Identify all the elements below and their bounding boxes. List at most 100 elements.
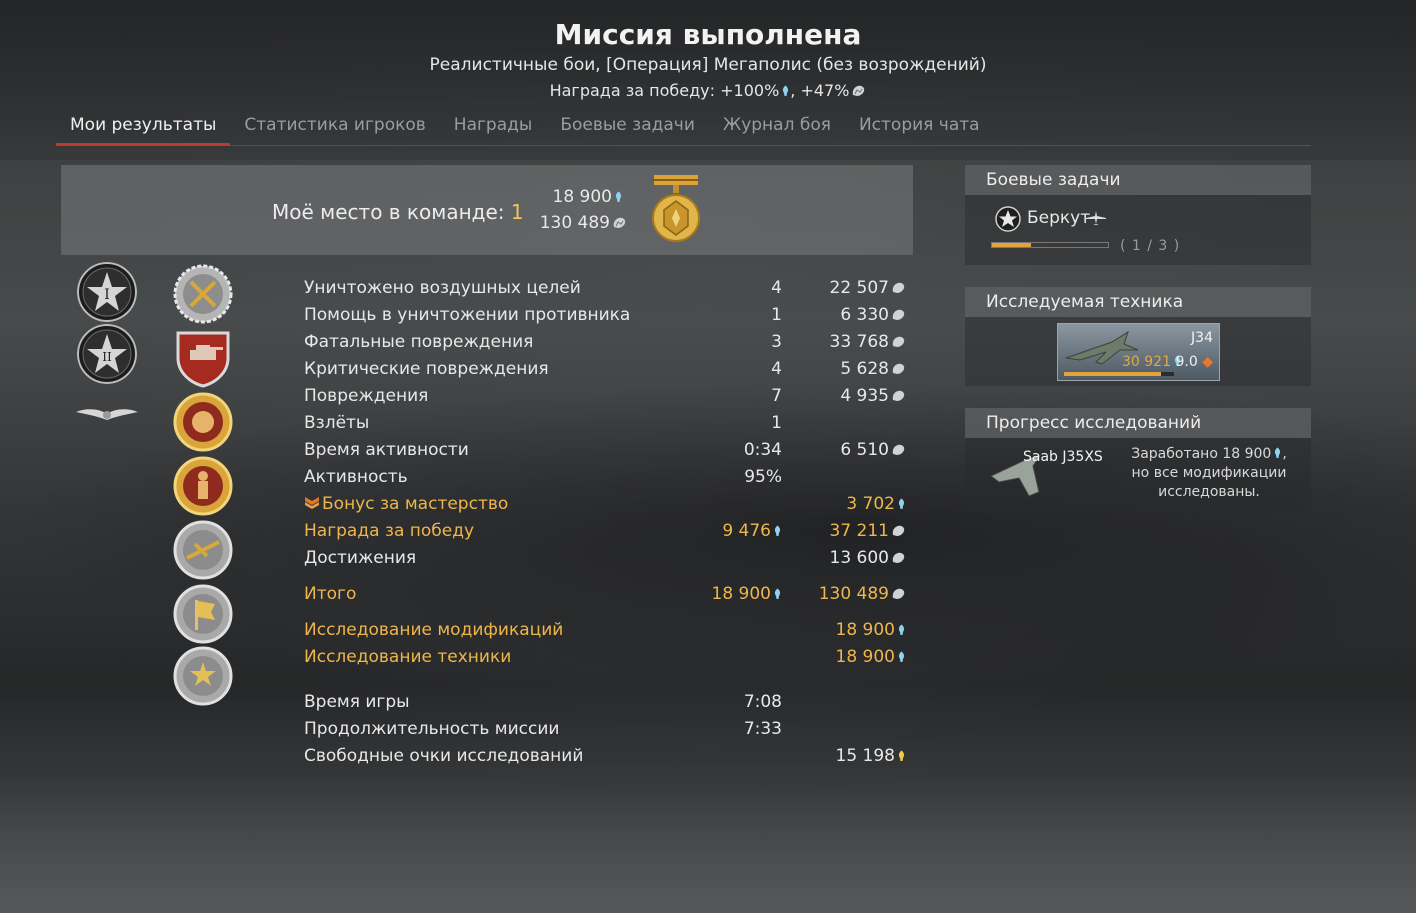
stat-count: 3: [771, 332, 782, 352]
research-vehicle-progress-bar: [1064, 372, 1174, 376]
stat-label: Достижения: [304, 548, 417, 568]
research-progress-line1: Заработано 18 900,: [1131, 446, 1287, 462]
stat-value: 22 507: [830, 278, 906, 298]
stat-count: 1: [771, 413, 782, 433]
svg-text:I: I: [104, 287, 110, 303]
stat-label: Продолжительность миссии: [304, 719, 560, 739]
silver-lions-icon: [892, 336, 905, 347]
soldier-medal-icon[interactable]: [173, 456, 233, 516]
reward-sl-text: , +47%: [790, 81, 850, 100]
stat-label: Уничтожено воздушных целей: [304, 278, 581, 298]
star-rank-two-icon[interactable]: II: [77, 324, 137, 384]
team-place-rp-value: 18 900: [552, 187, 612, 207]
tab-player-stats[interactable]: Статистика игроков: [230, 112, 439, 146]
research-progress-heading: Прогресс исследований: [965, 408, 1311, 438]
mastery-chevron-icon: [305, 497, 319, 509]
silver-lions-icon: [853, 85, 865, 96]
stat-value: 130 489: [819, 584, 906, 604]
free-research-points-icon: [898, 750, 905, 761]
research-vehicle-name: J34: [1191, 330, 1213, 346]
stat-value-text: 3 702: [846, 494, 895, 514]
table-row: Достижения 13 600: [304, 548, 914, 575]
battle-tasks-heading: Боевые задачи: [965, 165, 1311, 195]
team-place-sl-value: 130 489: [539, 213, 610, 233]
table-row: Взлёты 1: [304, 413, 914, 440]
research-vehicle-card[interactable]: J34 30 921 9.0 ◆: [1057, 323, 1220, 381]
stat-label: Время игры: [304, 692, 410, 712]
stat-value: 4 935: [840, 386, 906, 406]
battle-task-progress-text: ( 1 / 3 ): [1120, 238, 1181, 254]
rank-diamond-icon: ◆: [1202, 354, 1213, 370]
stat-value-text: 4 935: [840, 386, 889, 406]
stat-label: Исследование техники: [304, 647, 512, 667]
stat-value-text: 6 330: [840, 305, 889, 325]
research-vehicle-rp: 30 921: [1122, 354, 1182, 370]
research-vehicle-br: 9.0 ◆: [1176, 354, 1214, 370]
battle-task-name: Беркут: [1027, 208, 1091, 228]
research-points-icon: [615, 191, 622, 202]
stat-value-text: 33 768: [829, 332, 889, 352]
research-progress-panel: Прогресс исследований Saab J35XS Заработ…: [965, 408, 1311, 513]
tab-my-results[interactable]: Мои результаты: [56, 112, 231, 146]
stat-count-text: 9 476: [722, 521, 771, 541]
fist-medal-icon[interactable]: [173, 392, 233, 452]
stat-value-text: 18 900: [835, 620, 895, 640]
table-row: Критические повреждения 4 5 628: [304, 359, 914, 386]
table-row: Повреждения 7 4 935: [304, 386, 914, 413]
team-place-label: Моё место в команде: 1: [272, 200, 524, 224]
star-wreath-medal-icon[interactable]: [173, 646, 233, 706]
plane-medal-icon[interactable]: [173, 520, 233, 580]
stat-value-text: 13 600: [829, 548, 889, 568]
team-place-text: Моё место в команде:: [272, 200, 505, 224]
stat-label: Взлёты: [304, 413, 370, 433]
stat-label: Повреждения: [304, 386, 429, 406]
page-title: Миссия выполнена: [554, 18, 862, 51]
silver-lions-icon: [892, 588, 905, 599]
stat-value: 5 628: [840, 359, 906, 379]
wings-badge-icon[interactable]: [75, 400, 139, 430]
tab-chat-history[interactable]: История чата: [845, 112, 994, 146]
silver-lions-icon: [892, 363, 905, 374]
stat-label: Бонус за мастерство: [304, 494, 508, 514]
tab-battle-log[interactable]: Журнал боя: [709, 112, 845, 146]
table-row: Награда за победу 9 476 37 211: [304, 521, 914, 548]
stat-value-text: 22 507: [829, 278, 889, 298]
silver-lions-icon: [892, 309, 905, 320]
tab-rewards[interactable]: Награды: [440, 112, 547, 146]
research-points-icon: [898, 651, 905, 662]
stat-value: 13 600: [830, 548, 906, 568]
stat-value-text: 15 198: [835, 746, 895, 766]
table-row: Исследование модификаций 18 900: [304, 620, 914, 647]
flag-medal-icon[interactable]: [173, 584, 233, 644]
stat-value-text: 6 510: [840, 440, 889, 460]
stat-count: 9 476: [722, 521, 782, 541]
research-points-icon: [1275, 447, 1281, 458]
table-row: Продолжительность миссии 7:33: [304, 719, 914, 746]
stat-value-text: 5 628: [840, 359, 889, 379]
tank-shield-icon[interactable]: [173, 328, 233, 388]
star-rank-one-icon[interactable]: I: [77, 262, 137, 322]
silver-lions-icon: [892, 525, 905, 536]
stat-count-text: 18 900: [711, 584, 771, 604]
research-progress-line1-text: Заработано 18 900: [1131, 446, 1272, 462]
stat-label-text: Бонус за мастерство: [322, 494, 509, 514]
reward-rp-text: Награда за победу: +100%: [549, 81, 780, 100]
table-row-total: Итого 18 900 130 489: [304, 584, 914, 611]
victory-reward-line: Награда за победу: +100% , +47%: [0, 81, 1416, 100]
research-points-icon: [898, 624, 905, 635]
stat-value-text: 18 900: [835, 647, 895, 667]
stat-value: 18 900: [836, 647, 906, 667]
battle-task-progress-fill: [992, 243, 1031, 247]
airplane-icon: [1086, 211, 1106, 225]
swords-medal-icon[interactable]: [173, 264, 233, 324]
stat-count: 0:34: [743, 440, 782, 460]
stat-value-text: 37 211: [829, 521, 889, 541]
table-row: Активность 95%: [304, 467, 914, 494]
research-progress-message: Заработано 18 900, но все модификации ис…: [1129, 445, 1289, 502]
tab-battle-tasks[interactable]: Боевые задачи: [546, 112, 709, 146]
battle-tasks-panel: Боевые задачи Беркут ( 1 / 3 ): [965, 165, 1311, 265]
stat-count: 7:33: [743, 719, 782, 739]
stat-label: Награда за победу: [304, 521, 475, 541]
team-place-sl: 130 489: [540, 213, 627, 233]
stat-label: Исследование модификаций: [304, 620, 564, 640]
